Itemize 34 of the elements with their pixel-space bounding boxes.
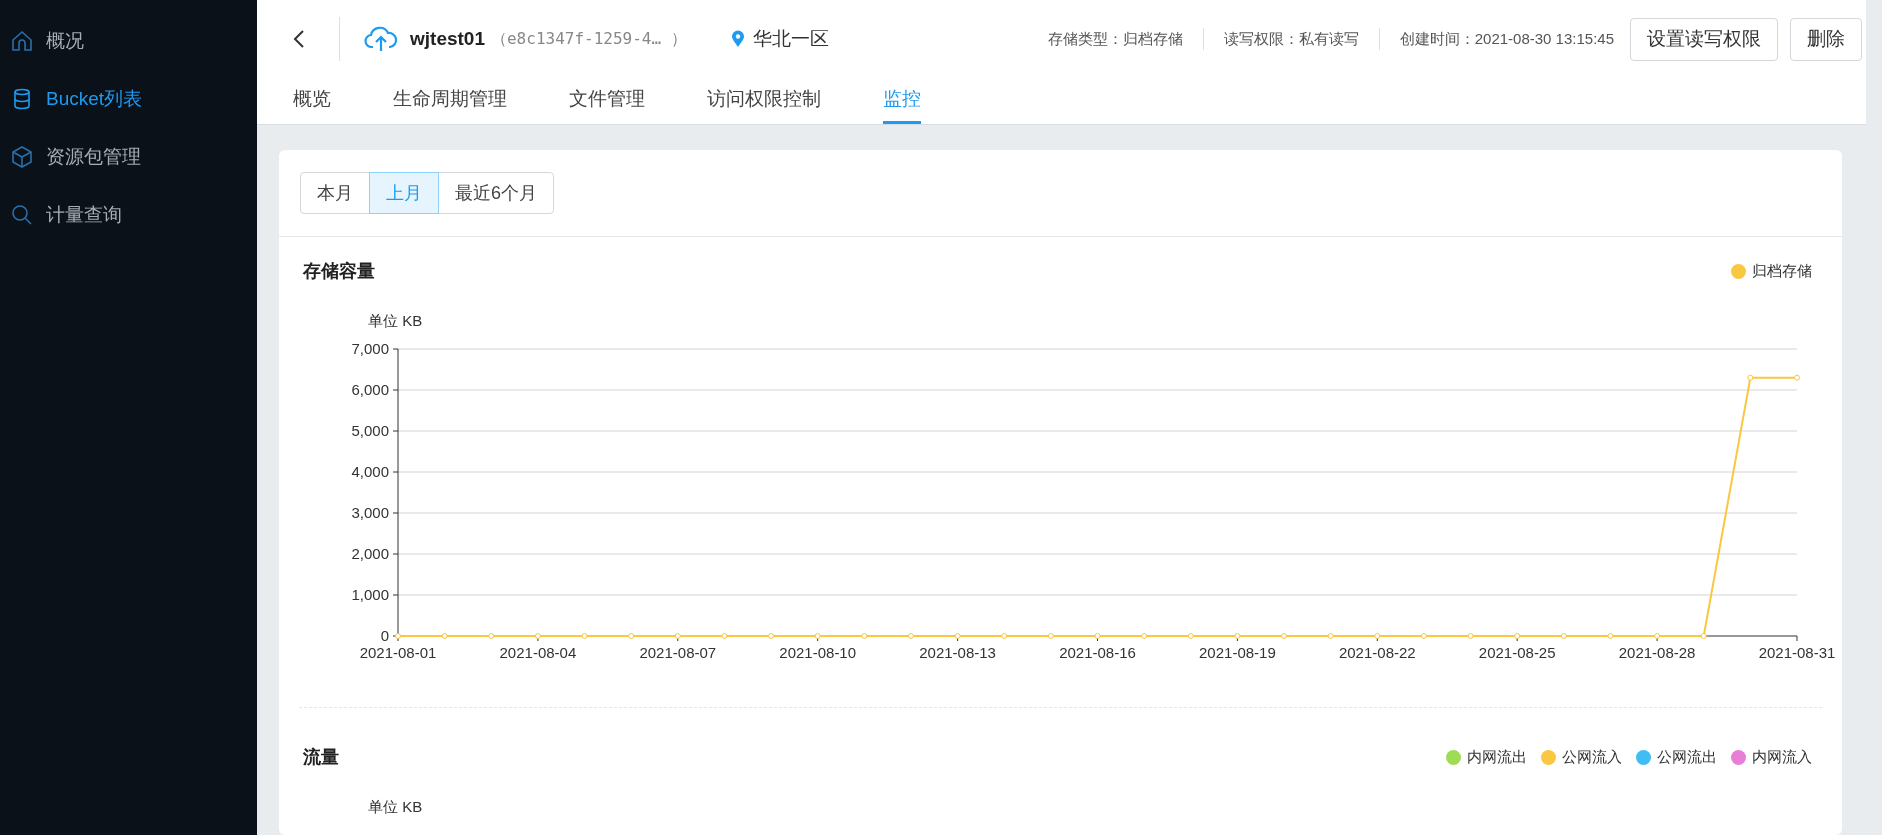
y-tick-label: 4,000 <box>351 463 389 480</box>
y-tick-label: 0 <box>380 627 389 644</box>
legend-label: 公网流入 <box>1562 746 1622 767</box>
legend-label: 内网流出 <box>1467 746 1527 767</box>
y-tick-label: 5,000 <box>351 422 389 439</box>
meta-info: 创建时间：2021-08-30 13:15:45 <box>1399 28 1614 49</box>
x-tick-label: 2021-08-22 <box>1338 644 1416 661</box>
x-tick-label: 2021-08-01 <box>359 644 437 661</box>
bucket-id: （e8c1347f-1259-4… ） <box>491 28 687 50</box>
x-tick-label: 2021-08-04 <box>499 644 577 661</box>
legend-label: 内网流入 <box>1752 746 1812 767</box>
legend-label: 公网流出 <box>1657 746 1717 767</box>
y-tick-label: 2,000 <box>351 545 389 562</box>
x-tick-label: 2021-08-13 <box>919 644 996 661</box>
meta-info: 存储类型：归档存储 <box>1047 28 1183 49</box>
x-tick-label: 2021-08-25 <box>1478 644 1556 661</box>
unit-label: 单位 KB <box>368 798 423 815</box>
y-tick-label: 3,000 <box>351 504 389 521</box>
x-tick-label: 2021-08-28 <box>1618 644 1696 661</box>
chart-title: 流量 <box>303 745 339 769</box>
y-tick-label: 6,000 <box>351 381 389 398</box>
region-label: 华北一区 <box>752 26 829 51</box>
chart-title: 存储容量 <box>303 259 375 283</box>
x-tick-label: 2021-08-19 <box>1199 644 1276 661</box>
x-tick-label: 2021-08-16 <box>1059 644 1136 661</box>
legend-label: 归档存储 <box>1752 260 1812 281</box>
meta-info: 读写权限：私有读写 <box>1223 28 1359 49</box>
x-tick-label: 2021-08-07 <box>639 644 717 661</box>
x-tick-label: 2021-08-31 <box>1758 644 1836 661</box>
x-tick-label: 2021-08-10 <box>779 644 857 661</box>
y-tick-label: 7,000 <box>351 340 389 357</box>
unit-label: 单位 KB <box>368 312 423 329</box>
bucket-name: wjtest01 <box>410 26 485 51</box>
y-tick-label: 1,000 <box>351 586 389 603</box>
